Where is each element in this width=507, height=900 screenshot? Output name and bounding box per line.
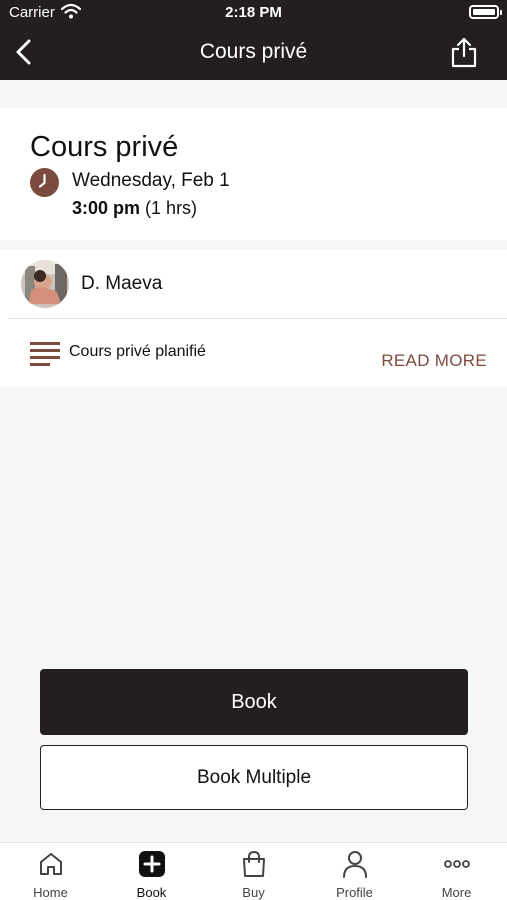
tab-book[interactable]: Book (101, 843, 202, 900)
tab-buy[interactable]: Buy (203, 843, 304, 900)
tab-more-label: More (441, 885, 472, 900)
battery-icon (469, 5, 502, 19)
status-bar: Carrier 2:18 PM (0, 0, 507, 24)
class-date: Wednesday, Feb 1 (72, 170, 230, 191)
description-lines-icon (30, 342, 60, 366)
class-duration: (1 hrs) (145, 198, 198, 218)
tab-profile[interactable]: Profile (304, 843, 405, 900)
divider (8, 318, 507, 319)
tab-home[interactable]: Home (0, 843, 101, 900)
book-multiple-button[interactable]: Book Multiple (40, 745, 468, 810)
class-start-time: 3:00 pm (72, 198, 141, 218)
class-description: Cours privé planifié (69, 343, 206, 360)
page-title: Cours privé (199, 40, 308, 63)
home-icon (39, 853, 62, 875)
avatar[interactable] (21, 260, 69, 308)
tab-book-label: Book (136, 885, 167, 900)
class-time: 3:00 pm (1 hrs) (72, 198, 197, 219)
class-info-card: Cours privé Wednesday, Feb 1 3:00 pm (1 … (0, 108, 507, 240)
shopping-bag-icon (242, 850, 265, 877)
clock-icon (30, 168, 59, 197)
book-button[interactable]: Book (40, 669, 468, 735)
read-more-link[interactable]: READ MORE (381, 351, 487, 371)
app-header: Carrier 2:18 PM Cours privé (0, 0, 507, 80)
share-icon[interactable] (449, 36, 479, 68)
tab-buy-label: Buy (242, 885, 265, 900)
status-time: 2:18 PM (225, 4, 282, 21)
class-title: Cours privé (30, 131, 179, 163)
avatar-photo (21, 260, 69, 308)
person-icon (342, 851, 367, 878)
plus-square-icon (138, 851, 165, 877)
tab-profile-label: Profile (336, 885, 373, 900)
class-detail-card: D. Maeva Cours privé planifié READ MORE (0, 250, 507, 387)
tab-more[interactable]: More (406, 843, 507, 900)
tab-bar: Home Book Buy Profile More (0, 842, 507, 900)
instructor-name[interactable]: D. Maeva (81, 273, 162, 295)
tab-home-label: Home (33, 885, 68, 900)
more-dots-icon (443, 860, 470, 868)
